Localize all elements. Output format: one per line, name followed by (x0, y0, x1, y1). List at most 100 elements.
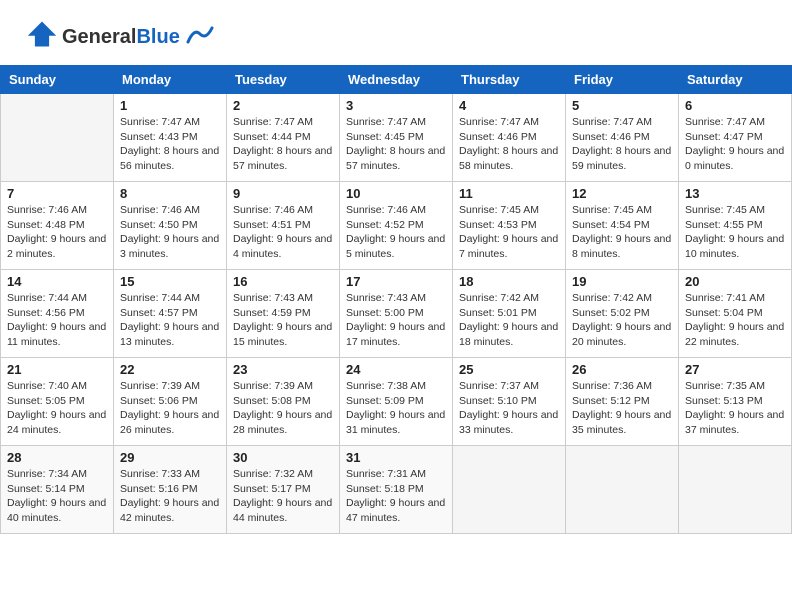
calendar-cell: 13Sunrise: 7:45 AM Sunset: 4:55 PM Dayli… (679, 182, 792, 270)
weekday-header-thursday: Thursday (453, 66, 566, 94)
calendar-cell (679, 446, 792, 534)
day-number: 30 (233, 450, 333, 465)
day-detail: Sunrise: 7:46 AM Sunset: 4:50 PM Dayligh… (120, 203, 220, 262)
day-number: 1 (120, 98, 220, 113)
day-detail: Sunrise: 7:47 AM Sunset: 4:44 PM Dayligh… (233, 115, 333, 174)
day-number: 13 (685, 186, 785, 201)
calendar-cell: 4Sunrise: 7:47 AM Sunset: 4:46 PM Daylig… (453, 94, 566, 182)
day-number: 21 (7, 362, 107, 377)
day-number: 12 (572, 186, 672, 201)
calendar-cell: 22 Sunrise: 7:39 AM Sunset: 5:06 PM Dayli… (114, 358, 227, 446)
calendar-cell: 1Sunrise: 7:47 AM Sunset: 4:43 PM Daylig… (114, 94, 227, 182)
calendar-cell: 7 Sunrise: 7:46 AM Sunset: 4:48 PM Daylig… (1, 182, 114, 270)
day-detail: Sunrise: 7:41 AM Sunset: 5:04 PM Dayligh… (685, 291, 785, 350)
calendar-cell: 30Sunrise: 7:32 AM Sunset: 5:17 PM Dayli… (227, 446, 340, 534)
calendar-cell: 21 Sunrise: 7:40 AM Sunset: 5:05 PM Dayli… (1, 358, 114, 446)
weekday-header-wednesday: Wednesday (340, 66, 453, 94)
calendar-cell: 3Sunrise: 7:47 AM Sunset: 4:45 PM Daylig… (340, 94, 453, 182)
day-detail: Sunrise: 7:36 AM Sunset: 5:12 PM Dayligh… (572, 379, 672, 438)
week-row-2: 7 Sunrise: 7:46 AM Sunset: 4:48 PM Daylig… (1, 182, 792, 270)
week-row-1: 1Sunrise: 7:47 AM Sunset: 4:43 PM Daylig… (1, 94, 792, 182)
day-detail: Sunrise: 7:47 AM Sunset: 4:46 PM Dayligh… (572, 115, 672, 174)
calendar-cell: 23 Sunrise: 7:39 AM Sunset: 5:08 PM Dayli… (227, 358, 340, 446)
calendar-cell (1, 94, 114, 182)
day-number: 9 (233, 186, 333, 201)
day-detail: Sunrise: 7:45 AM Sunset: 4:54 PM Dayligh… (572, 203, 672, 262)
day-detail: Sunrise: 7:40 AM Sunset: 5:05 PM Dayligh… (7, 379, 107, 438)
calendar-cell: 29 Sunrise: 7:33 AM Sunset: 5:16 PM Dayli… (114, 446, 227, 534)
day-detail: Sunrise: 7:42 AM Sunset: 5:01 PM Dayligh… (459, 291, 559, 350)
calendar-cell: 9 Sunrise: 7:46 AM Sunset: 4:51 PM Daylig… (227, 182, 340, 270)
day-number: 14 (7, 274, 107, 289)
logo-blue: Blue (136, 26, 179, 48)
day-detail: Sunrise: 7:44 AM Sunset: 4:56 PM Dayligh… (7, 291, 107, 350)
day-detail: Sunrise: 7:42 AM Sunset: 5:02 PM Dayligh… (572, 291, 672, 350)
day-detail: Sunrise: 7:45 AM Sunset: 4:53 PM Dayligh… (459, 203, 559, 262)
day-detail: Sunrise: 7:43 AM Sunset: 5:00 PM Dayligh… (346, 291, 446, 350)
calendar-cell: 2Sunrise: 7:47 AM Sunset: 4:44 PM Daylig… (227, 94, 340, 182)
day-number: 11 (459, 186, 559, 201)
day-number: 20 (685, 274, 785, 289)
calendar-cell: 28 Sunrise: 7:34 AM Sunset: 5:14 PM Dayli… (1, 446, 114, 534)
day-detail: Sunrise: 7:39 AM Sunset: 5:06 PM Dayligh… (120, 379, 220, 438)
logo-icon (26, 18, 58, 50)
calendar-table: SundayMondayTuesdayWednesdayThursdayFrid… (0, 65, 792, 534)
weekday-header-tuesday: Tuesday (227, 66, 340, 94)
calendar-cell: 18 Sunrise: 7:42 AM Sunset: 5:01 PM Dayli… (453, 270, 566, 358)
day-number: 16 (233, 274, 333, 289)
week-row-5: 28 Sunrise: 7:34 AM Sunset: 5:14 PM Dayli… (1, 446, 792, 534)
day-number: 6 (685, 98, 785, 113)
weekday-header-monday: Monday (114, 66, 227, 94)
day-detail: Sunrise: 7:33 AM Sunset: 5:16 PM Dayligh… (120, 467, 220, 526)
day-number: 18 (459, 274, 559, 289)
week-row-4: 21 Sunrise: 7:40 AM Sunset: 5:05 PM Dayli… (1, 358, 792, 446)
day-number: 24 (346, 362, 446, 377)
calendar-cell (566, 446, 679, 534)
day-detail: Sunrise: 7:46 AM Sunset: 4:48 PM Dayligh… (7, 203, 107, 262)
calendar-cell: 5 Sunrise: 7:47 AM Sunset: 4:46 PM Daylig… (566, 94, 679, 182)
calendar-cell: 6 Sunrise: 7:47 AM Sunset: 4:47 PM Daylig… (679, 94, 792, 182)
day-number: 5 (572, 98, 672, 113)
day-detail: Sunrise: 7:47 AM Sunset: 4:45 PM Dayligh… (346, 115, 446, 174)
day-detail: Sunrise: 7:31 AM Sunset: 5:18 PM Dayligh… (346, 467, 446, 526)
day-detail: Sunrise: 7:43 AM Sunset: 4:59 PM Dayligh… (233, 291, 333, 350)
day-number: 22 (120, 362, 220, 377)
day-detail: Sunrise: 7:46 AM Sunset: 4:51 PM Dayligh… (233, 203, 333, 262)
calendar-cell: 17 Sunrise: 7:43 AM Sunset: 5:00 PM Dayli… (340, 270, 453, 358)
logo-general: General (62, 26, 136, 48)
page-header: GeneralBlue (0, 0, 792, 65)
logo: GeneralBlue (24, 18, 214, 55)
day-number: 7 (7, 186, 107, 201)
week-row-3: 14 Sunrise: 7:44 AM Sunset: 4:56 PM Dayli… (1, 270, 792, 358)
day-number: 28 (7, 450, 107, 465)
day-number: 31 (346, 450, 446, 465)
day-number: 19 (572, 274, 672, 289)
calendar-cell: 20 Sunrise: 7:41 AM Sunset: 5:04 PM Dayli… (679, 270, 792, 358)
calendar-cell: 31 Sunrise: 7:31 AM Sunset: 5:18 PM Dayli… (340, 446, 453, 534)
calendar-cell: 15Sunrise: 7:44 AM Sunset: 4:57 PM Dayli… (114, 270, 227, 358)
calendar-cell: 19 Sunrise: 7:42 AM Sunset: 5:02 PM Dayli… (566, 270, 679, 358)
calendar-cell: 11 Sunrise: 7:45 AM Sunset: 4:53 PM Dayli… (453, 182, 566, 270)
calendar-cell: 14 Sunrise: 7:44 AM Sunset: 4:56 PM Dayli… (1, 270, 114, 358)
calendar-cell: 10Sunrise: 7:46 AM Sunset: 4:52 PM Dayli… (340, 182, 453, 270)
day-number: 17 (346, 274, 446, 289)
calendar-cell: 26 Sunrise: 7:36 AM Sunset: 5:12 PM Dayli… (566, 358, 679, 446)
day-number: 23 (233, 362, 333, 377)
day-number: 4 (459, 98, 559, 113)
day-detail: Sunrise: 7:38 AM Sunset: 5:09 PM Dayligh… (346, 379, 446, 438)
day-detail: Sunrise: 7:47 AM Sunset: 4:47 PM Dayligh… (685, 115, 785, 174)
calendar-cell: 24 Sunrise: 7:38 AM Sunset: 5:09 PM Dayli… (340, 358, 453, 446)
calendar-cell: 27Sunrise: 7:35 AM Sunset: 5:13 PM Dayli… (679, 358, 792, 446)
calendar-cell: 16 Sunrise: 7:43 AM Sunset: 4:59 PM Dayli… (227, 270, 340, 358)
day-number: 29 (120, 450, 220, 465)
weekday-header-saturday: Saturday (679, 66, 792, 94)
day-number: 26 (572, 362, 672, 377)
calendar-cell (453, 446, 566, 534)
day-number: 10 (346, 186, 446, 201)
calendar-cell: 25Sunrise: 7:37 AM Sunset: 5:10 PM Dayli… (453, 358, 566, 446)
day-number: 8 (120, 186, 220, 201)
day-number: 27 (685, 362, 785, 377)
day-detail: Sunrise: 7:34 AM Sunset: 5:14 PM Dayligh… (7, 467, 107, 526)
day-detail: Sunrise: 7:39 AM Sunset: 5:08 PM Dayligh… (233, 379, 333, 438)
weekday-header-sunday: Sunday (1, 66, 114, 94)
